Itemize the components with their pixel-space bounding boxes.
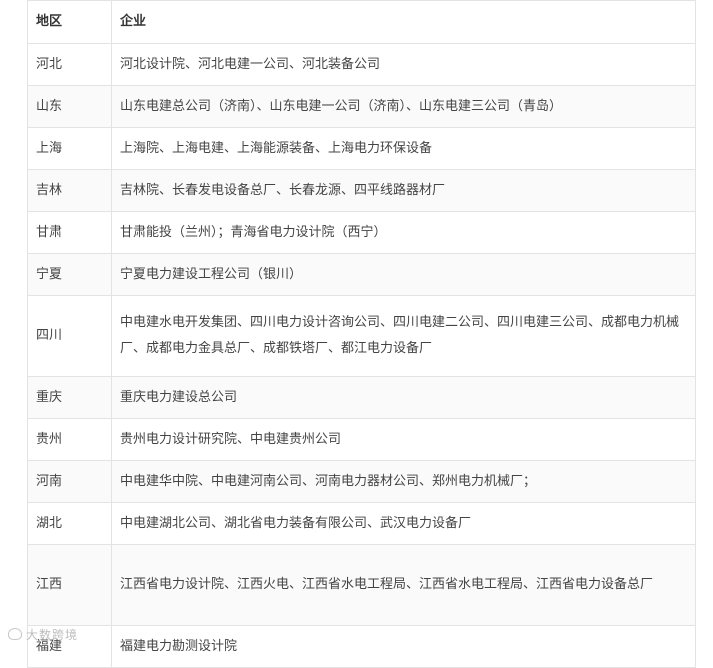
watermark-text: 大数跨境 bbox=[26, 628, 79, 642]
header-company: 企业 bbox=[111, 0, 696, 44]
company-cell: 重庆电力建设总公司 bbox=[111, 376, 696, 419]
table-row: 重庆 重庆电力建设总公司 bbox=[27, 376, 696, 419]
region-cell: 上海 bbox=[27, 127, 112, 170]
table-row: 河南 中电建华中院、中电建河南公司、河南电力器材公司、郑州电力机械厂； bbox=[27, 460, 696, 503]
region-cell: 湖北 bbox=[27, 502, 112, 545]
company-cell: 江西省电力设计院、江西火电、江西省水电工程局、江西省水电工程局、江西省电力设备总… bbox=[111, 544, 696, 626]
header-region: 地区 bbox=[27, 0, 112, 44]
company-cell: 宁夏电力建设工程公司（银川） bbox=[111, 253, 696, 296]
table-row: 山东 山东电建总公司（济南）、山东电建一公司（济南）、山东电建三公司（青岛） bbox=[27, 85, 696, 128]
region-cell: 重庆 bbox=[27, 376, 112, 419]
table-row: 湖北 中电建湖北公司、湖北省电力装备有限公司、武汉电力设备厂 bbox=[27, 502, 696, 545]
region-cell: 贵州 bbox=[27, 418, 112, 461]
company-cell: 山东电建总公司（济南）、山东电建一公司（济南）、山东电建三公司（青岛） bbox=[111, 85, 696, 128]
region-cell: 山东 bbox=[27, 85, 112, 128]
company-cell: 中电建华中院、中电建河南公司、河南电力器材公司、郑州电力机械厂； bbox=[111, 460, 696, 503]
company-cell: 福建电力勘测设计院 bbox=[111, 625, 696, 668]
company-cell: 吉林院、长春发电设备总厂、长春龙源、四平线路器材厂 bbox=[111, 169, 696, 212]
company-cell: 中电建水电开发集团、四川电力设计咨询公司、四川电建二公司、四川电建三公司、成都电… bbox=[111, 295, 696, 377]
table-row: 四川 中电建水电开发集团、四川电力设计咨询公司、四川电建二公司、四川电建三公司、… bbox=[27, 295, 696, 377]
company-cell: 中电建湖北公司、湖北省电力装备有限公司、武汉电力设备厂 bbox=[111, 502, 696, 545]
enterprise-table: 地区 企业 河北 河北设计院、河北电建一公司、河北装备公司 山东 山东电建总公司… bbox=[27, 0, 696, 668]
enterprise-table-container: 地区 企业 河北 河北设计院、河北电建一公司、河北装备公司 山东 山东电建总公司… bbox=[27, 0, 696, 668]
region-cell: 河北 bbox=[27, 43, 112, 86]
table-row: 江西 江西省电力设计院、江西火电、江西省水电工程局、江西省水电工程局、江西省电力… bbox=[27, 544, 696, 626]
region-cell: 四川 bbox=[27, 295, 112, 377]
watermark: 大数跨境 bbox=[8, 626, 78, 643]
company-cell: 贵州电力设计研究院、中电建贵州公司 bbox=[111, 418, 696, 461]
region-cell: 甘肃 bbox=[27, 211, 112, 254]
region-cell: 河南 bbox=[27, 460, 112, 503]
table-row: 福建 福建电力勘测设计院 bbox=[27, 625, 696, 668]
table-row: 甘肃 甘肃能投（兰州）；青海省电力设计院（西宁） bbox=[27, 211, 696, 254]
table-row: 河北 河北设计院、河北电建一公司、河北装备公司 bbox=[27, 43, 696, 86]
company-cell: 甘肃能投（兰州）；青海省电力设计院（西宁） bbox=[111, 211, 696, 254]
table-row: 贵州 贵州电力设计研究院、中电建贵州公司 bbox=[27, 418, 696, 461]
table-row: 宁夏 宁夏电力建设工程公司（银川） bbox=[27, 253, 696, 296]
region-cell: 江西 bbox=[27, 544, 112, 626]
company-cell: 上海院、上海电建、上海能源装备、上海电力环保设备 bbox=[111, 127, 696, 170]
table-row: 吉林 吉林院、长春发电设备总厂、长春龙源、四平线路器材厂 bbox=[27, 169, 696, 212]
region-cell: 宁夏 bbox=[27, 253, 112, 296]
table-row: 上海 上海院、上海电建、上海能源装备、上海电力环保设备 bbox=[27, 127, 696, 170]
company-cell: 河北设计院、河北电建一公司、河北装备公司 bbox=[111, 43, 696, 86]
watermark-logo-icon bbox=[8, 628, 22, 640]
table-header-row: 地区 企业 bbox=[27, 0, 696, 44]
region-cell: 吉林 bbox=[27, 169, 112, 212]
